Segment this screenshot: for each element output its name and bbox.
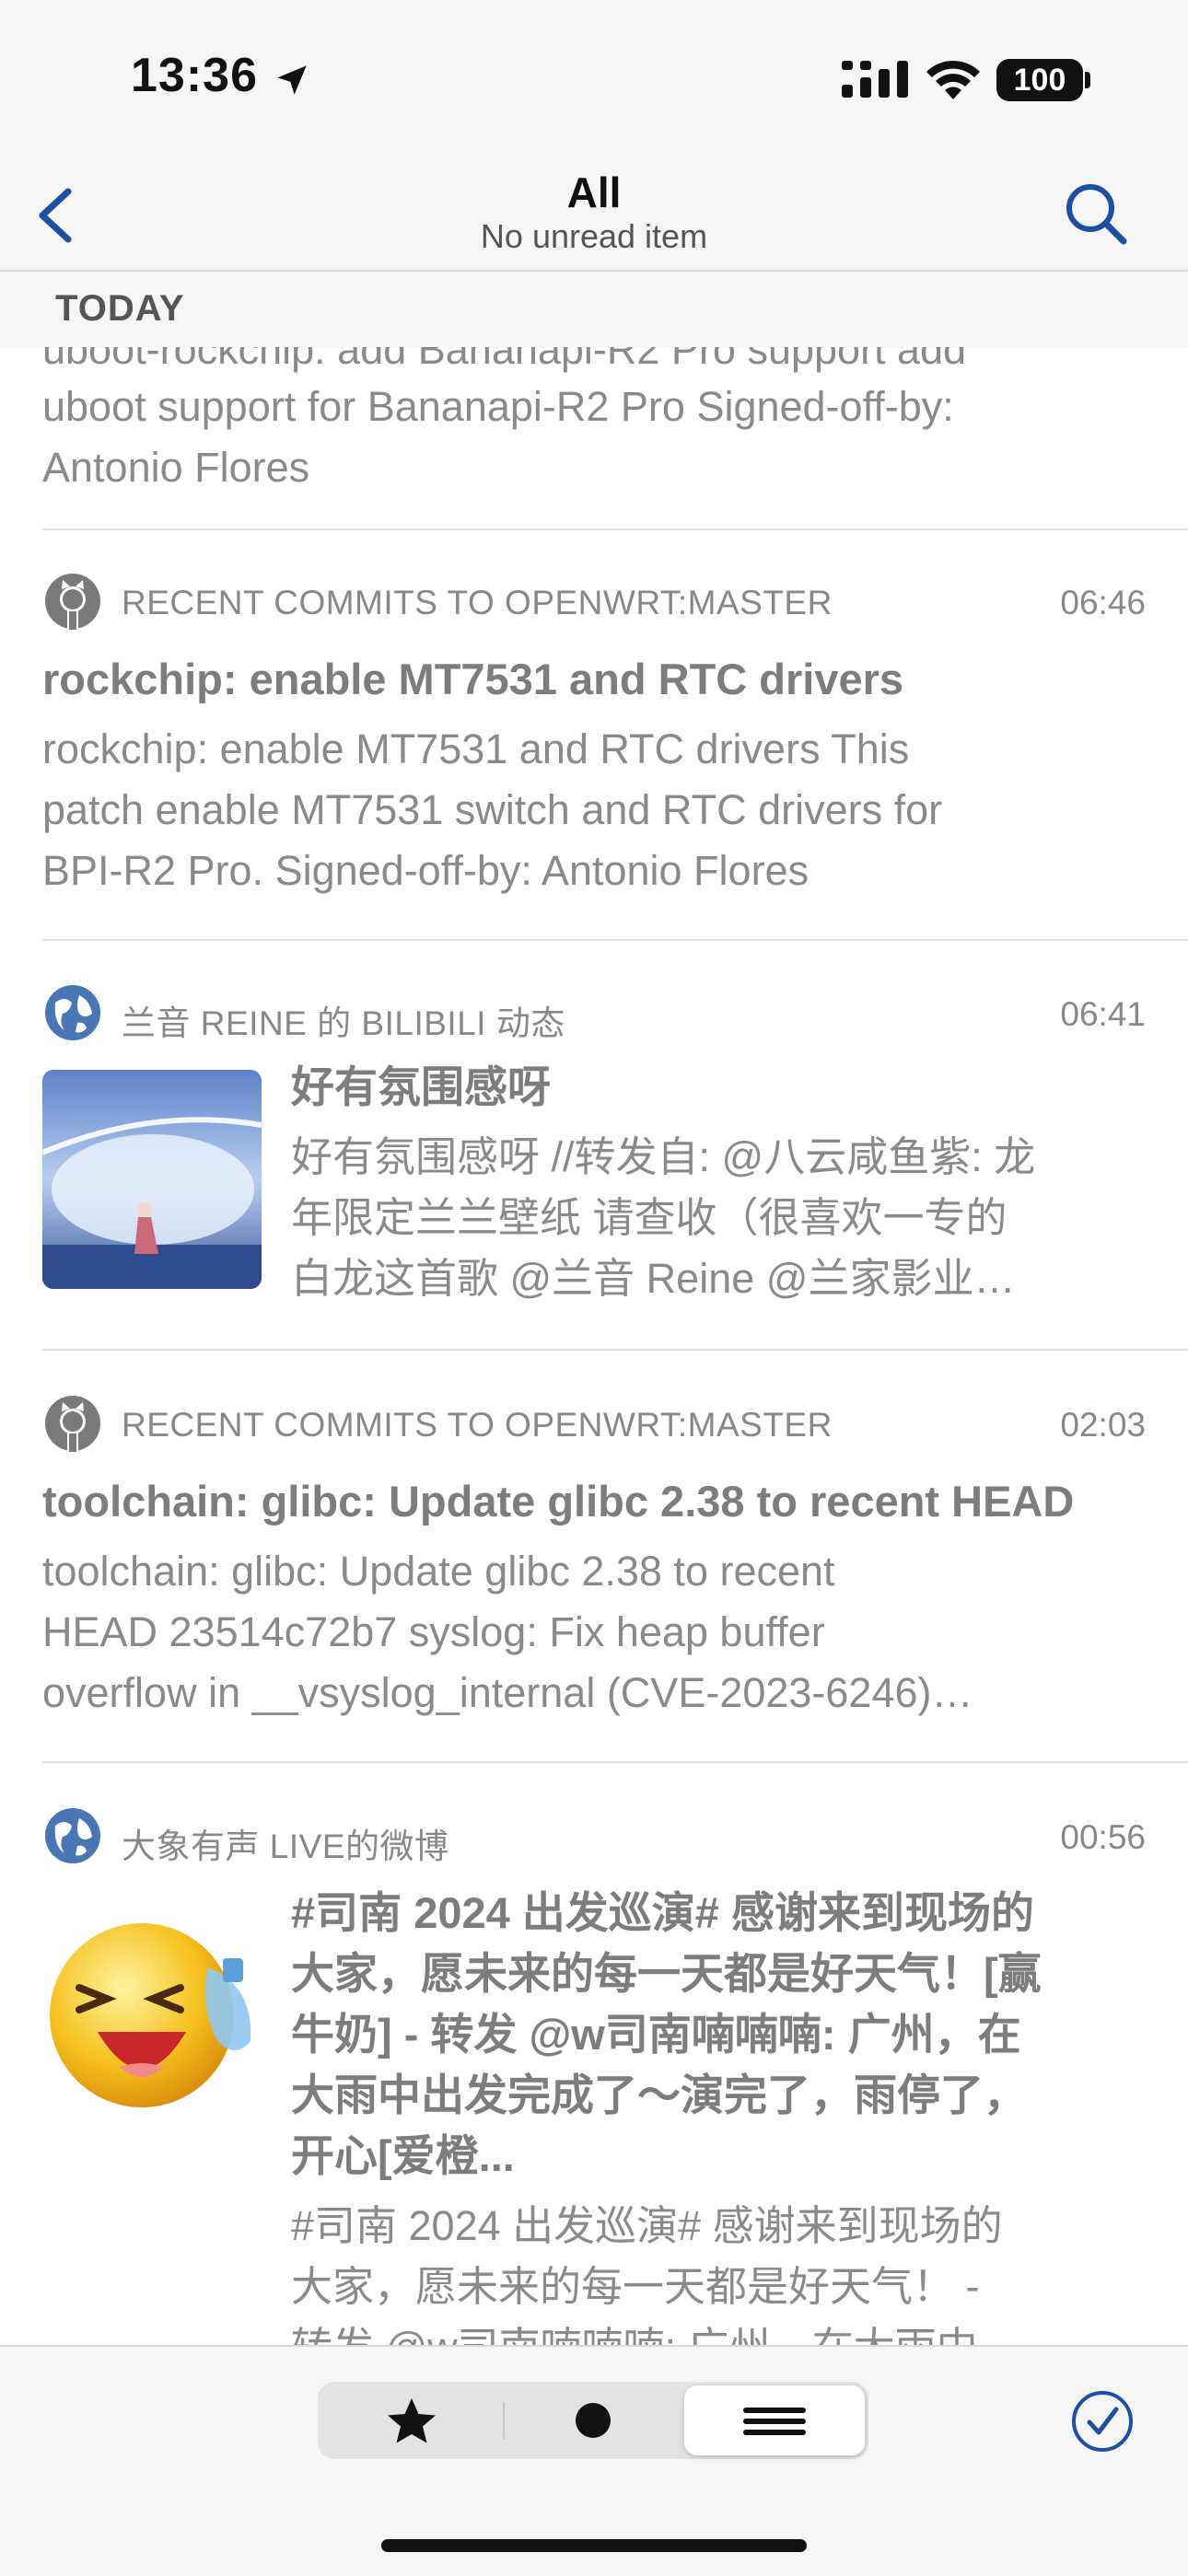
- battery-indicator: 100: [996, 59, 1083, 101]
- wifi-icon: [926, 60, 980, 99]
- globe-icon: [45, 985, 100, 1040]
- globe-icon: [45, 1808, 100, 1863]
- item-title-line: 牛奶] - 转发 @w司南喃喃喃: 广州，在: [291, 2010, 1021, 2059]
- item-summary-line: 大家，愿未来的每一天都是好天气！ -: [291, 2263, 980, 2310]
- unread-dot-icon: [576, 2403, 611, 2438]
- divider: [42, 1349, 1188, 1351]
- item-title: toolchain: glibc: Update glibc 2.38 to r…: [42, 1477, 1075, 1526]
- item-summary-line: 转发 @w司南喃喃喃: 广州，在大雨中...: [291, 2317, 1157, 2345]
- divider: [42, 1761, 1188, 1763]
- segment-starred[interactable]: [321, 2385, 502, 2455]
- navigation-bar: All No unread item: [0, 166, 1188, 272]
- item-summary-line: rockchip: enable MT7531 and RTC drivers …: [42, 725, 910, 772]
- item-summary-line: 好有氛围感呀 //转发自: @八云咸鱼紫: 龙: [291, 1133, 1036, 1180]
- section-label: TODAY: [55, 288, 185, 329]
- filter-segmented-control: [318, 2382, 868, 2459]
- status-time: 13:36: [131, 49, 258, 102]
- divider: [42, 528, 1188, 530]
- thumbnail-image: [42, 1070, 262, 1289]
- mark-all-read-checkmark-icon[interactable]: [1070, 2389, 1135, 2454]
- divider: [42, 939, 1188, 941]
- feed-name: 大象有声 LIVE的微博: [122, 1828, 449, 1865]
- feed-name: 兰音 REINE 的 BILIBILI 动态: [122, 1004, 565, 1042]
- article-list[interactable]: uboot-rockchip: add Bananapi-R2 Pro supp…: [0, 347, 1188, 2345]
- item-summary-line: uboot-rockchip: add Bananapi-R2 Pro supp…: [42, 347, 967, 373]
- location-arrow-icon: [277, 65, 307, 95]
- item-time: 02:03: [1060, 1406, 1146, 1444]
- item-title-line: 大家，愿未来的每一天都是好天气！[赢: [291, 1949, 1042, 1998]
- item-summary-line: #司南 2024 出发巡演# 感谢来到现场的: [291, 2202, 1003, 2249]
- item-time: 06:46: [1060, 584, 1146, 621]
- feed-name: RECENT COMMITS TO OPENWRT:MASTER: [122, 584, 833, 621]
- item-summary-line: BPI-R2 Pro. Signed-off-by: Antonio Flore…: [42, 847, 809, 894]
- item-title-line: #司南 2024 出发巡演# 感谢来到现场的: [291, 1888, 1035, 1937]
- item-summary-line: patch enable MT7531 switch and RTC drive…: [42, 786, 943, 833]
- item-title-line: 开心[爱橙...: [291, 2131, 515, 2180]
- star-icon: [388, 2398, 436, 2443]
- bottom-toolbar: [0, 2345, 1188, 2576]
- battery-tip: [1085, 72, 1090, 88]
- segment-unread[interactable]: [503, 2385, 683, 2455]
- github-icon: [45, 574, 100, 630]
- page-title: All: [566, 168, 622, 216]
- github-icon: [45, 1396, 100, 1452]
- list-lines-icon: [743, 2408, 806, 2435]
- section-header-today: TODAY: [0, 272, 1188, 347]
- emoji-thumbnail-image: [42, 1903, 262, 2122]
- segment-all[interactable]: [684, 2385, 865, 2455]
- item-time: 00:56: [1060, 1818, 1146, 1856]
- item-title: 好有氛围感呀: [291, 1062, 551, 1111]
- feed-name: RECENT COMMITS TO OPENWRT:MASTER: [122, 1406, 833, 1444]
- cellular-signal-icon: [842, 61, 908, 98]
- item-summary-line: HEAD 23514c72b7 syslog: Fix heap buffer: [42, 1608, 825, 1655]
- item-summary-line: overflow in __vsyslog_internal (CVE-2023…: [42, 1669, 973, 1716]
- item-summary-line: 年限定兰兰壁纸 请查收（很喜欢一专的: [291, 1194, 1007, 1241]
- item-summary-line: 白龙这首歌 @兰音 Reine @兰家影业…: [291, 1255, 1016, 1302]
- page-subtitle: No unread item: [480, 217, 708, 255]
- status-bar: 13:36 100: [0, 0, 1188, 166]
- item-summary-line: uboot support for Bananapi-R2 Pro Signed…: [42, 383, 954, 430]
- home-indicator: [381, 2539, 807, 2552]
- item-title-line: 大雨中出发完成了～演完了，雨停了，: [291, 2071, 1027, 2119]
- item-time: 06:41: [1060, 995, 1146, 1033]
- item-title: rockchip: enable MT7531 and RTC drivers: [42, 655, 904, 703]
- item-summary-line: toolchain: glibc: Update glibc 2.38 to r…: [42, 1548, 835, 1595]
- item-summary-line: Antonio Flores: [42, 444, 310, 491]
- search-icon[interactable]: [1059, 177, 1133, 250]
